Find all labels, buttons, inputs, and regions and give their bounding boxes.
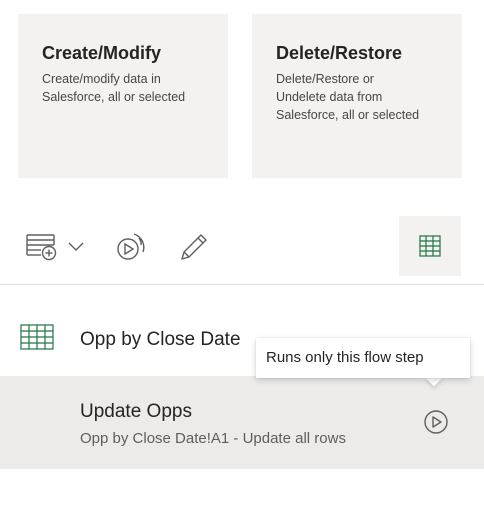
play-circle-icon xyxy=(423,409,449,440)
chevron-down-icon xyxy=(67,240,85,252)
step-title: Update Opps xyxy=(80,401,192,422)
grid-view-icon xyxy=(418,234,442,258)
add-step-button[interactable] xyxy=(24,228,60,264)
addin-pane: Create/Modify Create/modify data in Sale… xyxy=(0,0,484,512)
add-step-dropdown[interactable] xyxy=(64,234,88,258)
card-description: Create/modify data in Salesforce, all or… xyxy=(42,72,186,104)
run-step-tooltip: Runs only this flow step xyxy=(256,338,470,378)
table-grid-icon xyxy=(20,324,54,350)
create-modify-card[interactable]: Create/Modify Create/modify data in Sale… xyxy=(18,14,228,178)
run-step-button[interactable] xyxy=(409,404,463,444)
run-flow-icon xyxy=(112,228,152,264)
edit-flow-button[interactable] xyxy=(170,226,214,266)
card-title: Create/Modify xyxy=(42,43,162,63)
run-flow-button[interactable] xyxy=(110,226,154,266)
delete-restore-card[interactable]: Delete/Restore Delete/Restore or Undelet… xyxy=(252,14,462,178)
sheet-name: Opp by Close Date xyxy=(80,329,241,350)
toolbar-divider xyxy=(0,284,484,285)
add-step-table-icon xyxy=(24,228,60,264)
flow-toolbar xyxy=(0,214,484,278)
card-description: Delete/Restore or Undelete data from Sal… xyxy=(276,72,420,122)
card-title: Delete/Restore xyxy=(276,43,403,63)
pencil-icon xyxy=(175,229,209,263)
step-subtitle: Opp by Close Date!A1 - Update all rows xyxy=(80,430,346,447)
grid-view-button[interactable] xyxy=(399,216,461,276)
